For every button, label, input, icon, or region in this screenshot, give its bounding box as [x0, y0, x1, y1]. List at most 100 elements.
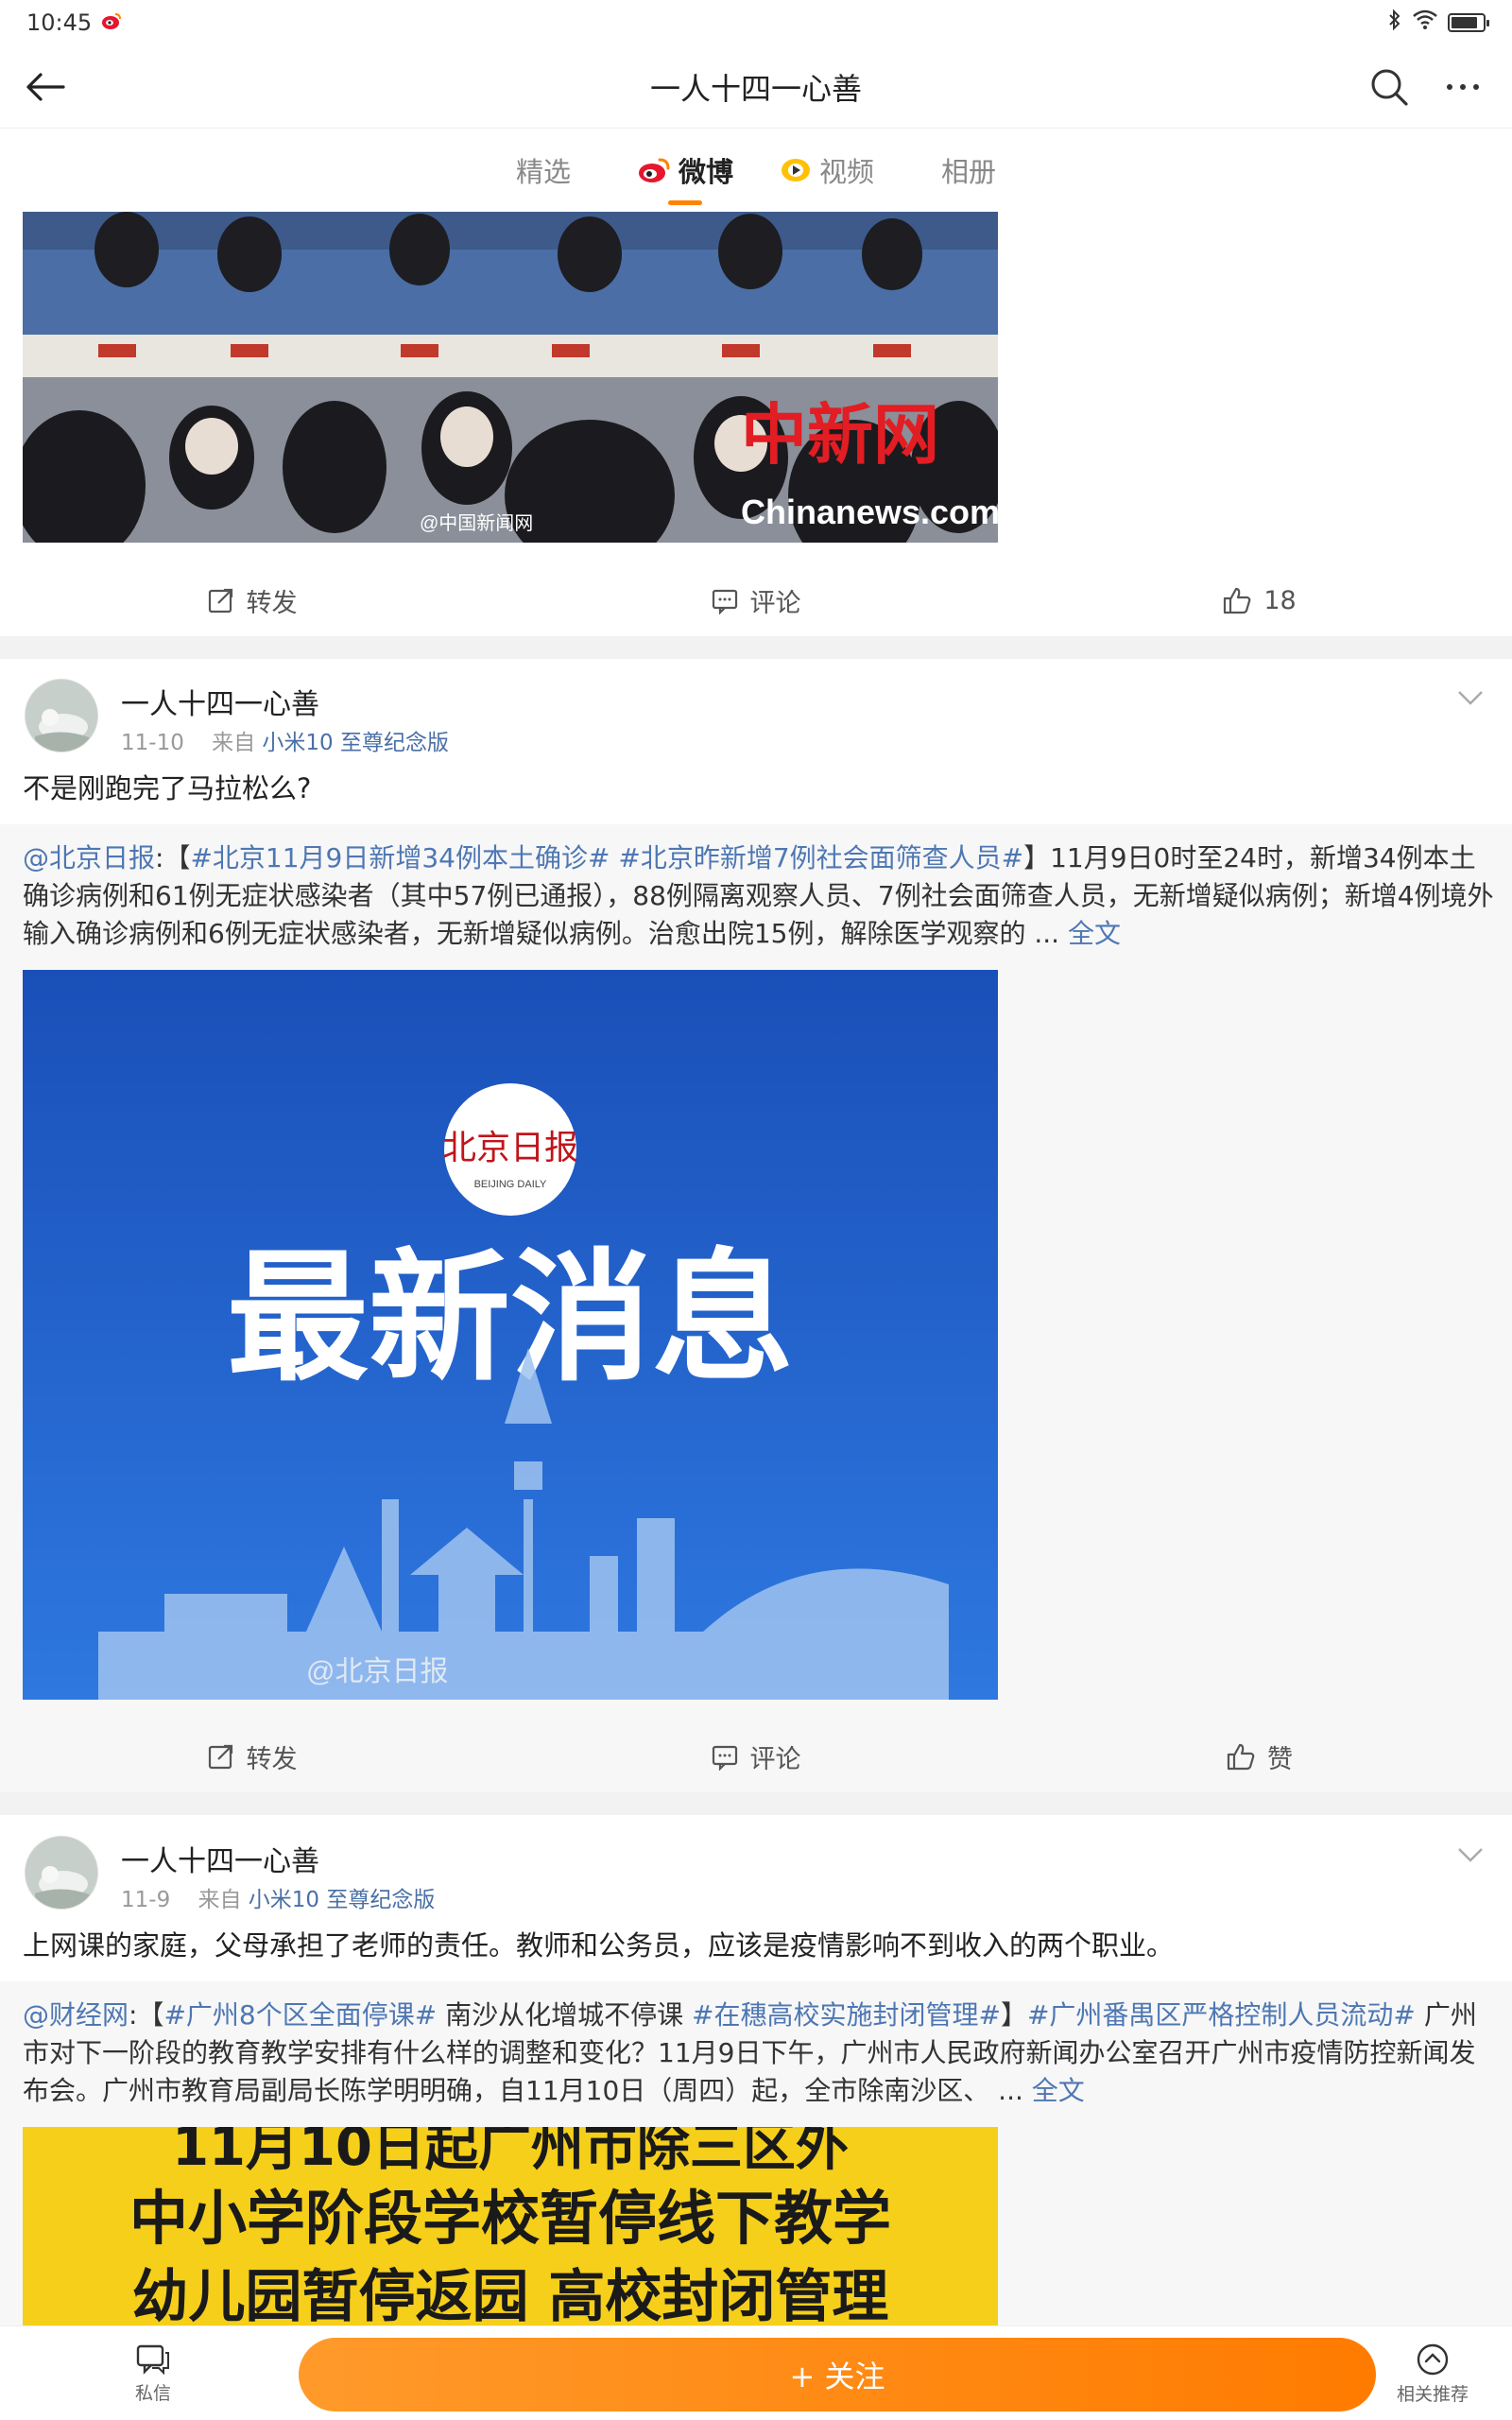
tab-label: 精选 — [515, 156, 571, 188]
post-image-press-conference[interactable]: @中国新闻网 中新网 Chinanews.com — [23, 212, 998, 543]
repost-user-link[interactable]: @北京日报 — [23, 842, 155, 873]
more-dot-icon — [1460, 84, 1466, 90]
hashtag-link[interactable]: #北京11月9日新增34例本土确诊# — [190, 842, 610, 873]
tab-weibo[interactable]: 微博 — [614, 130, 756, 211]
image-watermark: @北京日报 — [306, 1656, 448, 1687]
wifi-icon — [1412, 9, 1438, 36]
repost-button[interactable]: 转发 — [0, 582, 504, 619]
back-button[interactable] — [21, 62, 70, 112]
weibo-logo-icon — [638, 158, 670, 182]
like-label: 赞 — [1267, 1744, 1293, 1774]
tab-video[interactable]: 视频 — [756, 130, 898, 211]
avatar-image — [26, 1837, 97, 1909]
repost-icon — [208, 588, 232, 614]
battery-icon — [1448, 13, 1489, 32]
repost-text: @北京日报:【#北京11月9日新增34例本土确诊# #北京昨新增7例社会面筛查人… — [23, 839, 1497, 953]
hashtag-link[interactable]: #广州番禺区严格控制人员流动# — [1027, 1999, 1416, 2031]
post-meta: 11-10 来自 小米10 至尊纪念版 — [121, 724, 449, 756]
more-dot-icon — [1473, 84, 1479, 90]
notice-line-2: 中小学阶段学校暂停线下教学 — [129, 2184, 891, 2253]
search-icon — [1371, 69, 1408, 106]
repost-label: 转发 — [246, 588, 298, 618]
post-image-latest-news[interactable]: 北京日报 BEIJING DAILY 最新消息 @北京日报 — [23, 970, 998, 1700]
weibo-notification-icon — [101, 9, 122, 36]
post-menu-button[interactable] — [1453, 681, 1487, 715]
hashtag-link[interactable]: #北京昨新增7例社会面筛查人员# — [618, 842, 1023, 873]
tab-featured[interactable]: 精选 — [472, 130, 614, 211]
full-text-link[interactable]: 全文 — [1068, 918, 1121, 949]
chevron-down-icon — [1458, 1848, 1483, 1862]
recommend-icon — [1417, 2343, 1449, 2375]
comment-button[interactable]: 评论 — [504, 582, 1007, 619]
video-icon — [781, 159, 810, 182]
latest-news-graphic: 北京日报 BEIJING DAILY 最新消息 @北京日报 — [23, 970, 998, 1700]
repost-separator: :【 — [155, 842, 191, 873]
post-separator — [0, 636, 1512, 659]
image-brand: 中新网 — [741, 395, 939, 474]
guangzhou-notice-graphic: 11月10日起广州市除三区外 中小学阶段学校暂停线下教学 幼儿园暂停返园 高校封… — [23, 2127, 998, 2325]
chevron-down-icon — [1458, 691, 1483, 705]
post-date: 11-10 — [121, 731, 184, 755]
bjd-logo-en: BEIJING DAILY — [474, 1179, 547, 1190]
search-button[interactable] — [1366, 64, 1412, 110]
post-device[interactable]: 小米10 至尊纪念版 — [249, 1888, 436, 1912]
post-actions: 转发 评论 赞 — [0, 1720, 1512, 1792]
like-button[interactable]: 18 — [1007, 586, 1511, 615]
arrow-left-icon — [26, 73, 65, 101]
post-separator — [0, 1792, 1512, 1815]
post-from-label: 来自 — [212, 731, 256, 755]
bluetooth-icon — [1387, 9, 1402, 37]
repost-icon — [208, 1744, 232, 1770]
comment-icon — [712, 589, 737, 614]
repost-separator: 】 — [1000, 1999, 1027, 2031]
thumbs-up-icon — [1224, 587, 1251, 614]
hashtag-link[interactable]: #在穗高校实施封闭管理# — [692, 1999, 1001, 2031]
recommend-button[interactable]: 相关推荐 — [1385, 2334, 1480, 2413]
comment-icon — [712, 1745, 737, 1771]
tab-album[interactable]: 相册 — [898, 130, 1040, 211]
full-text-link[interactable]: 全文 — [1032, 2075, 1085, 2106]
comment-label: 评论 — [749, 588, 801, 618]
more-button[interactable] — [1436, 66, 1489, 108]
repost-label: 转发 — [246, 1744, 298, 1774]
repost-user-link[interactable]: @财经网 — [23, 1999, 129, 2031]
follow-button[interactable]: + 关注 — [299, 2338, 1376, 2411]
image-site: Chinanews.com — [741, 493, 998, 531]
avatar[interactable] — [25, 1836, 98, 1910]
avatar[interactable] — [25, 679, 98, 752]
comment-button[interactable]: 评论 — [504, 1738, 1007, 1775]
post-device[interactable]: 小米10 至尊纪念版 — [262, 731, 449, 755]
latest-news-title: 最新消息 — [227, 1236, 794, 1401]
notice-line-1: 11月10日起广州市除三区外 — [172, 2127, 849, 2178]
repost-separator: :【 — [129, 1999, 164, 2031]
post-author[interactable]: 一人十四一心善 — [121, 681, 319, 722]
recommend-label: 相关推荐 — [1396, 2383, 1469, 2405]
like-count: 18 — [1263, 585, 1297, 615]
post-text: 上网课的家庭，父母承担了老师的责任。教师和公务员，应该是疫情影响不到收入的两个职… — [23, 1929, 1175, 1962]
avatar-image — [26, 680, 97, 752]
chat-bubble-icon — [136, 2344, 169, 2375]
repost-button[interactable]: 转发 — [0, 1738, 504, 1775]
message-button[interactable]: 私信 — [106, 2334, 200, 2413]
post-author[interactable]: 一人十四一心善 — [121, 1838, 319, 1879]
top-nav-bar: 一人十四一心善 — [0, 45, 1512, 129]
post-meta: 11-9 来自 小米10 至尊纪念版 — [121, 1881, 435, 1913]
post-menu-button[interactable] — [1453, 1838, 1487, 1872]
post-actions: 转发 评论 18 — [0, 564, 1512, 636]
like-button[interactable]: 赞 — [1007, 1738, 1511, 1775]
notice-line-3: 幼儿园暂停返园 高校封闭管理 — [132, 2264, 889, 2325]
tab-label: 视频 — [818, 156, 874, 188]
post-from-label: 来自 — [198, 1888, 242, 1912]
profile-tabs: 精选 微博 视频 相册 — [0, 130, 1512, 211]
status-bar: 10:45 — [0, 0, 1512, 45]
comment-label: 评论 — [749, 1744, 801, 1774]
hashtag-link[interactable]: #广州8个区全面停课# — [163, 1999, 437, 2031]
follow-label: + 关注 — [789, 2359, 885, 2394]
press-conference-photo: @中国新闻网 中新网 Chinanews.com — [23, 212, 998, 543]
post-image-guangzhou-notice[interactable]: 11月10日起广州市除三区外 中小学阶段学校暂停线下教学 幼儿园暂停返园 高校封… — [23, 2127, 998, 2325]
repost-mid-text: 南沙从化增城不停课 — [437, 1999, 693, 2031]
image-watermark: @中国新闻网 — [420, 512, 533, 534]
message-label: 私信 — [134, 2382, 171, 2404]
post-date: 11-9 — [121, 1888, 171, 1912]
thumbs-up-icon — [1227, 1743, 1255, 1771]
